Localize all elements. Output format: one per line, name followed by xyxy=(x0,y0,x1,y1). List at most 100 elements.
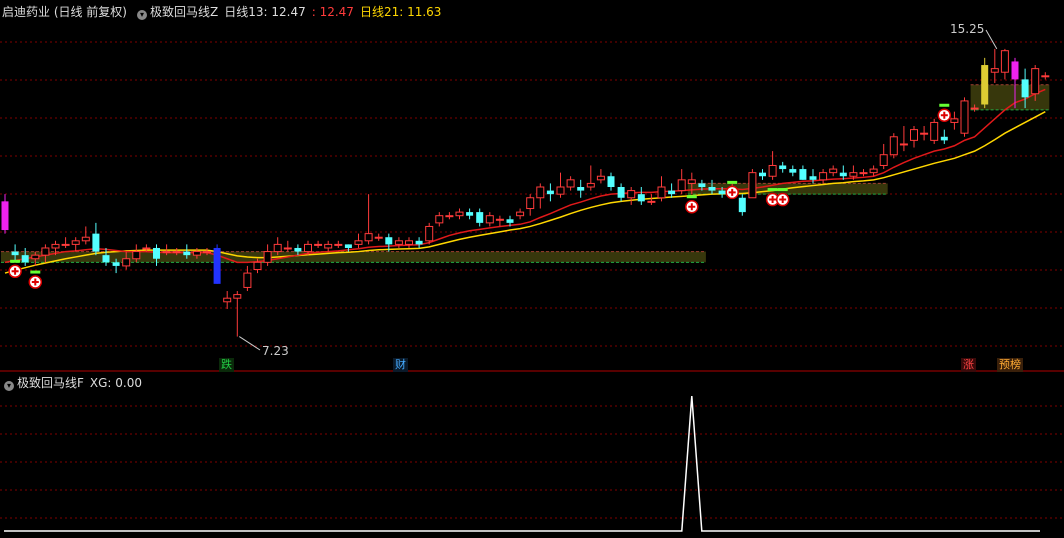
high-price-label: 15.25 xyxy=(950,22,985,36)
candle-body xyxy=(1011,61,1019,80)
candle-body xyxy=(233,294,242,299)
candle-body xyxy=(294,247,302,252)
candle-body xyxy=(425,225,434,242)
candle-body xyxy=(445,215,454,218)
candle-body xyxy=(990,68,999,73)
candle-body xyxy=(153,247,160,259)
xg-value: XG: 0.00 xyxy=(89,376,143,390)
candle-body xyxy=(879,154,888,166)
xg-indicator-chart[interactable] xyxy=(0,372,1064,535)
candle-body xyxy=(1,201,9,231)
candle-body xyxy=(869,168,878,174)
candle-body xyxy=(516,211,525,217)
main-chart-header: 启迪药业 (日线 前复权) ▾ 极致回马线Z 日线13: 12.47: 12.47 日线… xyxy=(2,4,447,20)
candle-body xyxy=(495,218,504,221)
candle-body xyxy=(51,243,60,249)
candle-body xyxy=(577,187,585,191)
candle-body xyxy=(859,172,868,175)
event-marker-drop[interactable]: 跌 xyxy=(219,358,234,372)
candle-body xyxy=(950,118,959,123)
candle-body xyxy=(172,251,181,254)
candle-body xyxy=(738,197,746,213)
candle-body xyxy=(213,247,221,284)
candle-body xyxy=(41,247,50,256)
candle-body xyxy=(981,65,989,105)
candle-body xyxy=(132,251,141,260)
candle-body xyxy=(102,255,110,263)
candle-body xyxy=(374,236,383,239)
low-price-label: 7.23 xyxy=(262,344,289,358)
candle-body xyxy=(759,172,766,177)
candle-body xyxy=(455,211,464,217)
candle-body xyxy=(647,200,656,203)
candle-body xyxy=(283,247,292,250)
candle-body xyxy=(223,297,232,303)
candle-body xyxy=(183,251,191,256)
candle-body xyxy=(799,169,807,180)
candle-body xyxy=(960,100,969,134)
main-chart-panel[interactable]: 启迪药业 (日线 前复权) ▾ 极致回马线Z 日线13: 12.47: 12.47 日线… xyxy=(0,0,1064,372)
chevron-down-icon[interactable]: ▾ xyxy=(4,381,14,391)
candle-body xyxy=(657,186,666,199)
candle-body xyxy=(192,251,201,256)
candle-body xyxy=(314,243,323,246)
candle-body xyxy=(1041,75,1050,78)
candle-body xyxy=(71,240,80,245)
candle-body xyxy=(617,187,625,198)
candle-body xyxy=(940,136,948,141)
candle-body xyxy=(354,240,363,245)
candle-body xyxy=(142,247,151,250)
indicator-panel[interactable]: ▾ 极致回马线F XG: 0.00 xyxy=(0,372,1064,535)
candle-body xyxy=(546,190,554,195)
sub-indicator-name[interactable]: 极致回马线F xyxy=(17,376,84,390)
candle-body xyxy=(556,186,565,195)
candle-body xyxy=(243,272,252,288)
candle-body xyxy=(324,243,333,249)
candle-body xyxy=(677,179,686,192)
event-marker-finance[interactable]: 财 xyxy=(393,358,408,372)
candle-body xyxy=(596,175,605,181)
candle-body xyxy=(344,244,352,248)
candle-body xyxy=(829,168,838,174)
candle-body xyxy=(809,176,817,180)
candle-body xyxy=(768,164,777,177)
candle-body xyxy=(698,183,706,187)
candle-body xyxy=(1021,79,1029,98)
candle-body xyxy=(889,136,898,156)
candle-body xyxy=(31,254,40,260)
indicator-header: ▾ 极致回马线F XG: 0.00 xyxy=(0,375,148,391)
candlestick-chart[interactable] xyxy=(0,0,1064,372)
candle-body xyxy=(435,215,444,224)
chevron-down-icon[interactable]: ▾ xyxy=(137,10,147,20)
candle-body xyxy=(849,172,858,177)
candle-body xyxy=(899,143,908,146)
candle-body xyxy=(162,251,171,254)
candle-body xyxy=(607,176,615,187)
candle-body xyxy=(122,258,131,267)
candle-body xyxy=(1031,68,1040,95)
candle-body xyxy=(748,172,757,199)
event-marker-rise[interactable]: 涨 xyxy=(961,358,976,372)
candle-body xyxy=(385,237,393,245)
candle-body xyxy=(637,194,645,202)
candle-body xyxy=(112,262,120,266)
candle-body xyxy=(61,243,70,246)
candle-body xyxy=(273,243,282,253)
candle-body xyxy=(839,172,847,177)
indicator-name[interactable]: 极致回马线Z xyxy=(150,5,218,19)
candle-body xyxy=(526,197,535,210)
candle-body xyxy=(506,219,514,223)
candle-body xyxy=(253,261,262,270)
candle-body xyxy=(92,233,100,252)
xg-line xyxy=(4,395,1040,532)
candle-body xyxy=(910,129,918,141)
candle-body xyxy=(718,190,726,195)
candle-body xyxy=(81,236,90,242)
candle-body xyxy=(405,240,413,245)
candle-body xyxy=(930,121,939,141)
line21-value: 日线21: 11.63 xyxy=(359,5,442,19)
candle-body xyxy=(415,240,423,245)
candle-body xyxy=(627,190,636,199)
candle-body xyxy=(263,251,272,263)
event-marker-forecast[interactable]: 预榜 xyxy=(997,358,1023,372)
